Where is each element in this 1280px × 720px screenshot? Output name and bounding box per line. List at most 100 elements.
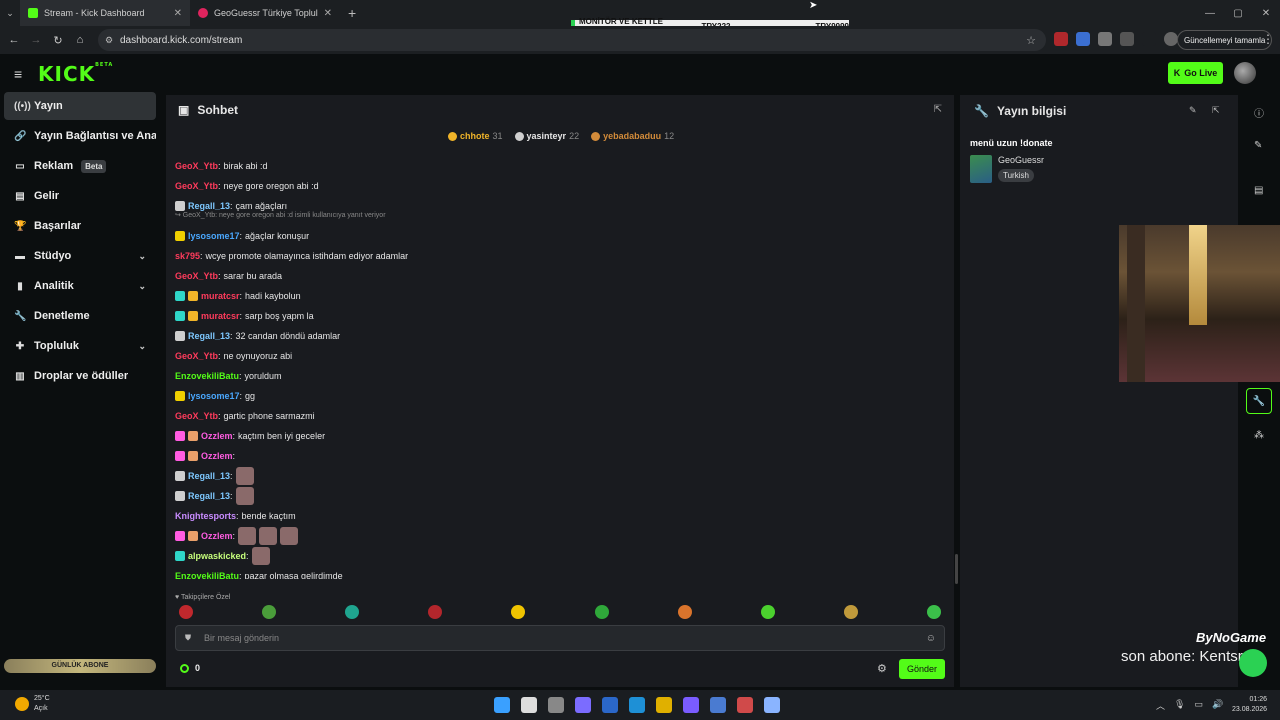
send-button[interactable]: Gönder [899, 659, 945, 679]
volume-icon[interactable]: 🔊 [1212, 699, 1223, 712]
taskbar-app-icon[interactable] [710, 697, 726, 713]
chat-message[interactable]: Knightesports: bende kaçtım [175, 509, 296, 523]
taskbar-app-icon[interactable] [656, 697, 672, 713]
nodes-icon[interactable]: ⁂ [1254, 430, 1264, 441]
chevron-down-icon[interactable]: ⌄ [138, 341, 146, 352]
sidebar-item-6[interactable]: ▮ Analitik ⌄ [4, 272, 156, 300]
site-info-icon[interactable]: ⚙ [105, 35, 113, 46]
sidebar-item-2[interactable]: ▭ Reklam Beta [4, 152, 156, 180]
pencil-icon[interactable]: ✎ [1254, 140, 1262, 151]
sidebar-item-8[interactable]: ✚ Topluluk ⌄ [4, 332, 156, 360]
extension-icon[interactable] [1054, 32, 1068, 46]
taskbar-app-icon[interactable] [575, 697, 591, 713]
chat-message[interactable]: Regall_13: çam ağaçları [175, 199, 287, 213]
url-field[interactable]: ⚙ dashboard.kick.com/stream ☆ [98, 29, 1046, 51]
sidebar-item-0[interactable]: ((•)) Yayın [4, 92, 156, 120]
user-avatar[interactable] [1234, 62, 1256, 84]
go-live-button[interactable]: K Go Live [1168, 62, 1223, 84]
quick-emote-icon[interactable] [262, 605, 277, 619]
chat-message[interactable]: muratcsr: sarp boş yapm la [175, 309, 314, 323]
tab-kick-dashboard[interactable]: Stream - Kick Dashboard ✕ [20, 0, 190, 26]
chat-message[interactable]: GeoX_Ytb: ne oynuyoruz abi [175, 349, 292, 363]
quick-emote-icon[interactable] [677, 605, 692, 619]
home-icon[interactable]: ⌂ [69, 34, 91, 46]
chat-username[interactable]: GeoX_Ytb [175, 181, 218, 191]
sidebar-item-4[interactable]: 🏆 Başarılar [4, 212, 156, 240]
edit-pencil-icon[interactable]: ✎ [1189, 105, 1197, 116]
forward-arrow-icon[interactable]: → [25, 34, 47, 46]
taskbar-app-icon[interactable] [629, 697, 645, 713]
taskbar-app-icon[interactable] [764, 697, 780, 713]
chat-username[interactable]: Knightesports [175, 511, 236, 521]
moderation-wrench-icon[interactable]: 🔧 [1246, 388, 1272, 414]
chat-message[interactable]: GeoX_Ytb: birak abi :d [175, 159, 268, 173]
chat-message[interactable]: Ozzlem: [175, 449, 235, 463]
channel-points[interactable]: 0 [180, 663, 200, 673]
minimize-button[interactable]: — [1196, 0, 1224, 26]
weather-widget[interactable]: 25°C Açık [15, 694, 50, 714]
chat-username[interactable]: Regall_13 [188, 331, 230, 341]
sidebar-item-5[interactable]: ▬ Stüdyo ⌄ [4, 242, 156, 270]
chat-message[interactable]: Ozzlem: [175, 527, 299, 545]
chat-message[interactable]: Ozzlem: kaçtım ben iyi geceler [175, 429, 325, 443]
chat-message[interactable]: EnzovekiliBatu: pazar olmasa gelirdimde [175, 569, 343, 579]
extension-icon[interactable] [1076, 32, 1090, 46]
chat-message[interactable]: muratcsr: hadi kaybolun [175, 289, 301, 303]
info-icon[interactable]: ⓘ [1254, 105, 1264, 120]
chat-message[interactable]: GeoX_Ytb: neye gore oregon abi :d [175, 179, 319, 193]
chat-message[interactable]: alpwaskicked: [175, 547, 270, 565]
quick-emote-icon[interactable] [926, 605, 941, 619]
emoji-picker-icon[interactable]: ☺ [926, 633, 936, 644]
tray-chevron-icon[interactable]: ︿ [1156, 699, 1165, 712]
chat-username[interactable]: Ozzlem [201, 451, 233, 461]
display-icon[interactable]: ▭ [1194, 699, 1203, 712]
chat-username[interactable]: Regall_13 [188, 491, 230, 501]
update-button[interactable]: Güncellemeyi tamamla [1177, 30, 1273, 50]
chat-scrollbar[interactable] [955, 554, 958, 584]
chat-username[interactable]: alpwaskicked [188, 551, 246, 561]
taskbar-app-icon[interactable] [494, 697, 510, 713]
chat-username[interactable]: muratcsr [201, 311, 240, 321]
chat-username[interactable]: sk795 [175, 251, 200, 261]
quick-emote-icon[interactable] [843, 605, 858, 619]
chat-username[interactable]: GeoX_Ytb [175, 161, 218, 171]
shield-extension-icon[interactable] [1098, 32, 1112, 46]
close-tab-icon[interactable]: ✕ [174, 8, 182, 19]
quick-emote-icon[interactable] [760, 605, 775, 619]
quick-emote-icon[interactable] [428, 605, 443, 619]
maximize-button[interactable]: ▢ [1224, 0, 1252, 26]
chevron-down-icon[interactable]: ⌄ [138, 281, 146, 292]
chat-message[interactable]: GeoX_Ytb: sarar bu arada [175, 269, 282, 283]
popout-info-icon[interactable]: ⇱ [1212, 105, 1220, 116]
taskbar-clock[interactable]: 01:26 23.08.2026 [1232, 695, 1267, 715]
tab-search-icon[interactable]: ⌄ [0, 8, 20, 19]
kick-logo[interactable]: KICKBETA [38, 62, 113, 86]
quick-emote-icon[interactable] [511, 605, 526, 619]
taskbar-app-icon[interactable] [521, 697, 537, 713]
browser-menu-icon[interactable]: ⋮ [1262, 32, 1274, 46]
bookmark-star-icon[interactable]: ☆ [1026, 34, 1036, 47]
chat-username[interactable]: Ozzlem [201, 431, 233, 441]
chat-message[interactable]: lysosome17: ağaçlar konuşur [175, 229, 309, 243]
chat-username[interactable]: Ozzlem [201, 531, 233, 541]
quick-emote-icon[interactable] [179, 605, 193, 619]
chat-username[interactable]: lysosome17 [188, 391, 240, 401]
close-tab-icon[interactable]: ✕ [324, 8, 332, 19]
chat-username[interactable]: GeoX_Ytb [175, 351, 218, 361]
chat-message[interactable]: EnzovekiliBatu: yoruldum [175, 369, 282, 383]
chat-username[interactable]: muratcsr [201, 291, 240, 301]
quick-emote-icon[interactable] [345, 605, 360, 619]
layout-icon[interactable]: ▤ [1254, 185, 1263, 196]
puzzle-extensions-icon[interactable] [1120, 32, 1134, 46]
chat-message[interactable]: Regall_13: [175, 467, 254, 485]
chat-message[interactable]: GeoX_Ytb: gartic phone sarmazmi [175, 409, 315, 423]
close-window-button[interactable]: ✕ [1252, 0, 1280, 26]
profile-icon[interactable] [1164, 32, 1178, 46]
taskbar-app-icon[interactable] [683, 697, 699, 713]
popout-chat-icon[interactable]: ⇱ [934, 104, 942, 115]
sidebar-item-3[interactable]: ▤ Gelir [4, 182, 156, 210]
chat-username[interactable]: EnzovekiliBatu [175, 371, 239, 381]
sidebar-item-1[interactable]: 🔗 Yayın Bağlantısı ve Anahtarı [4, 122, 156, 150]
chat-message[interactable]: Regall_13: [175, 487, 254, 505]
chat-message[interactable]: sk795: wcye promote olamayınca istihdam e… [175, 249, 408, 263]
